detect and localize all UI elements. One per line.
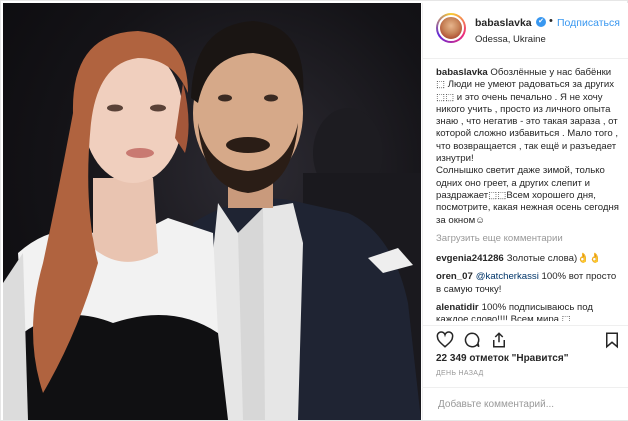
photo-illustration xyxy=(3,21,421,420)
caption: babaslavka Обозлённые у нас бабёнки ⬚ Лю… xyxy=(436,67,622,227)
avatar-image xyxy=(438,15,464,41)
post-header: babaslavka ✔ • Подписаться Odessa, Ukrai… xyxy=(423,3,628,59)
load-more-comments-button[interactable]: Загрузить еще комментарии xyxy=(436,233,622,245)
comment-item: oren_07 @katcherkassi 100% вот просто в с… xyxy=(436,271,622,296)
caption-username[interactable]: babaslavka xyxy=(436,67,488,78)
verified-badge-icon: ✔ xyxy=(536,17,546,27)
comment-icon[interactable] xyxy=(463,331,481,349)
comment-username[interactable]: oren_07 xyxy=(436,271,473,282)
header-username[interactable]: babaslavka xyxy=(475,17,532,29)
post-sidebar: babaslavka ✔ • Подписаться Odessa, Ukrai… xyxy=(422,3,628,420)
location-link[interactable]: Odessa, Ukraine xyxy=(475,34,546,45)
comment-mention[interactable]: @katcherkassi xyxy=(476,271,539,282)
comment-text: Золотые слова)👌👌 xyxy=(506,253,602,265)
header-separator: • xyxy=(549,15,553,27)
caption-text: Обозлённые у нас бабёнки ⬚ Люди не умеют… xyxy=(436,67,619,226)
post-frame: babaslavka ✔ • Подписаться Odessa, Ukrai… xyxy=(0,0,628,421)
heart-icon[interactable] xyxy=(436,331,454,349)
post-timestamp: ДЕНЬ НАЗАД xyxy=(436,370,484,377)
post-photo[interactable] xyxy=(3,3,421,420)
share-icon[interactable] xyxy=(490,331,508,349)
action-bar xyxy=(423,325,628,350)
comment-input[interactable] xyxy=(436,398,620,411)
comment-username[interactable]: alenatidir xyxy=(436,302,479,313)
avatar[interactable] xyxy=(436,13,466,43)
comments-section[interactable]: babaslavka Обозлённые у нас бабёнки ⬚ Лю… xyxy=(436,67,622,321)
comment-item: evgenia241286 Золотые слова)👌👌 xyxy=(436,253,622,265)
bookmark-icon[interactable] xyxy=(603,331,621,349)
comment-item: alenatidir 100% подписываюсь под каждое с… xyxy=(436,302,622,321)
follow-button[interactable]: Подписаться xyxy=(557,17,620,29)
comment-username[interactable]: evgenia241286 xyxy=(436,253,504,264)
add-comment-bar xyxy=(423,387,628,421)
likes-count[interactable]: 22 349 отметок "Нравится" xyxy=(436,353,568,364)
